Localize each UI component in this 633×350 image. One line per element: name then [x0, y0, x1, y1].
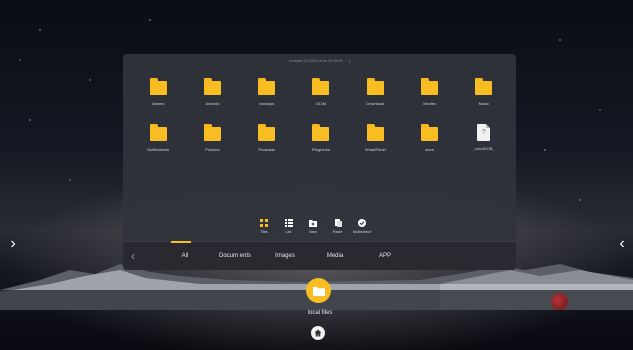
- list-label: List: [285, 230, 292, 234]
- paste-button[interactable]: Paste: [327, 218, 349, 240]
- tab-app[interactable]: APP: [363, 242, 407, 270]
- file-grid: Alarms Android backups DCIM Download Mov…: [131, 76, 511, 161]
- category-tabs: All Docum ents Images Media APP: [163, 241, 413, 270]
- folder-icon: [312, 78, 330, 96]
- multiselect-label: Multiselect: [353, 230, 371, 234]
- right-edge-arrow[interactable]: ‹: [615, 235, 629, 253]
- file-name: Notifications: [147, 147, 170, 152]
- folder-icon: [366, 78, 384, 96]
- tiles-view-button[interactable]: Tiles: [253, 218, 275, 240]
- folder-item[interactable]: DCIM: [294, 76, 348, 115]
- file-name: Pictures: [205, 147, 220, 152]
- folder-item[interactable]: Android: [185, 76, 239, 115]
- file-manager-window: ereload 12-0010 lmm 00:0f:00 | Alarms And…: [123, 54, 516, 270]
- back-button[interactable]: ‹: [131, 249, 135, 263]
- home-button[interactable]: [311, 326, 325, 340]
- left-edge-arrow[interactable]: ›: [6, 235, 20, 253]
- grid-icon: [260, 218, 269, 227]
- folder-icon: [149, 78, 167, 96]
- folder-item[interactable]: Ringtones: [294, 122, 348, 161]
- category-tab-bar: ‹ All Docum ents Images Media APP: [123, 241, 516, 270]
- view-toolbar: Tiles List New Paste Multiselect: [253, 218, 373, 240]
- tab-media[interactable]: Media: [313, 242, 357, 270]
- folder-item[interactable]: Movies: [402, 76, 456, 115]
- new-folder-icon: [309, 218, 318, 227]
- folder-icon: [475, 78, 493, 96]
- path-separator: |: [348, 58, 350, 63]
- file-name: Podcasts: [258, 147, 275, 152]
- folder-item[interactable]: store: [402, 122, 456, 161]
- file-name: DCIM: [315, 101, 327, 106]
- file-name: Alarms: [151, 101, 165, 106]
- file-name: store: [425, 147, 435, 152]
- local-files-label: local files: [307, 310, 333, 316]
- local-files-button[interactable]: [306, 278, 331, 303]
- unknown-file-icon: ?: [477, 124, 491, 141]
- folder-item[interactable]: Music: [457, 76, 511, 115]
- storage-path: ereload 12-0010 lmm 00:0f:00 |: [123, 58, 516, 68]
- folder-icon: [421, 124, 439, 142]
- file-name: SmartPanel: [364, 147, 386, 152]
- folder-item[interactable]: SmartPanel: [348, 122, 402, 161]
- folder-item[interactable]: Alarms: [131, 76, 185, 115]
- folder-icon: [258, 78, 276, 96]
- file-name: Android: [205, 101, 220, 106]
- folder-icon: [258, 124, 276, 142]
- folder-item[interactable]: Podcasts: [240, 122, 294, 161]
- new-folder-button[interactable]: New: [302, 218, 324, 240]
- tiles-label: Tiles: [260, 230, 268, 234]
- path-text: ereload 12-0010 lmm 00:0f:00: [289, 58, 343, 63]
- record-button[interactable]: [551, 293, 568, 310]
- check-circle-icon: [358, 218, 367, 227]
- folder-item[interactable]: backups: [240, 76, 294, 115]
- folder-item[interactable]: Download: [348, 76, 402, 115]
- list-icon: [284, 218, 293, 227]
- file-name: Movies: [423, 101, 436, 106]
- folder-icon: [421, 78, 439, 96]
- new-label: New: [309, 230, 317, 234]
- folder-icon: [366, 124, 384, 142]
- file-name: _sdcdDOB_: [473, 146, 495, 151]
- folder-icon: [203, 124, 221, 142]
- tab-documents[interactable]: Docum ents: [213, 242, 257, 270]
- folder-icon: [149, 124, 167, 142]
- tab-images[interactable]: Images: [263, 242, 307, 270]
- folder-item[interactable]: Pictures: [185, 122, 239, 161]
- paste-icon: [333, 218, 342, 227]
- multiselect-button[interactable]: Multiselect: [351, 218, 373, 240]
- home-icon: [314, 329, 322, 337]
- file-name: Download: [366, 101, 385, 106]
- folder-icon: [203, 78, 221, 96]
- folder-icon: [312, 286, 325, 296]
- paste-label: Paste: [332, 230, 343, 234]
- file-name: Music: [478, 101, 490, 106]
- folder-item[interactable]: Notifications: [131, 122, 185, 161]
- folder-icon: [312, 124, 330, 142]
- list-view-button[interactable]: List: [278, 218, 300, 240]
- file-name: Ringtones: [311, 147, 330, 152]
- file-name: backups: [259, 101, 275, 106]
- tab-all[interactable]: All: [163, 241, 207, 270]
- file-item[interactable]: ? _sdcdDOB_: [457, 122, 511, 161]
